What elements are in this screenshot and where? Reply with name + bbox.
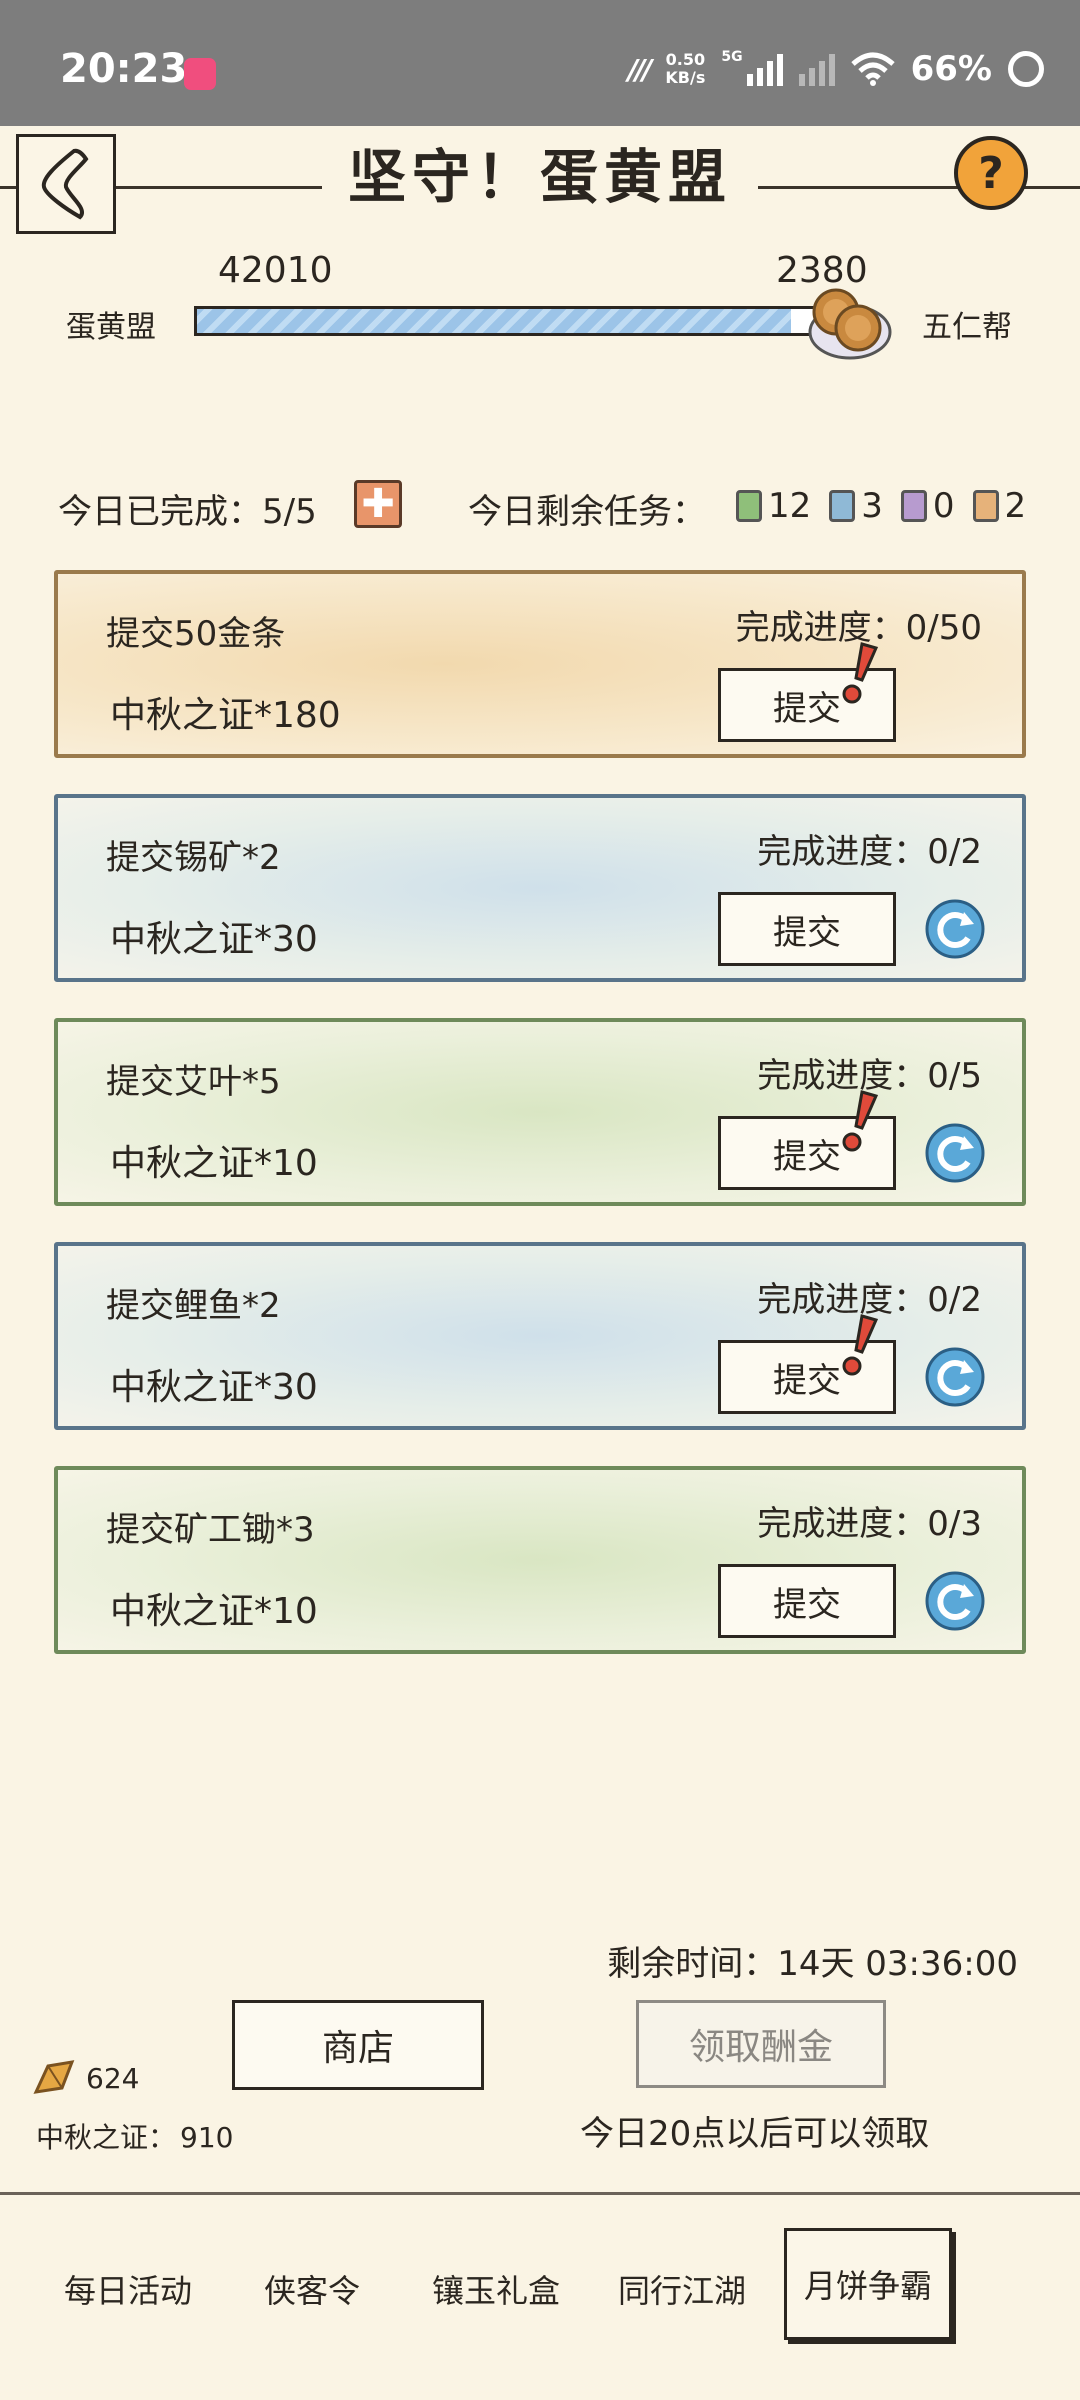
task-title: 提交矿工锄*3: [106, 1510, 315, 1550]
score-progress-bar: [194, 306, 828, 336]
refresh-icon[interactable]: [924, 1122, 986, 1184]
task-progress: 完成进度：0/2: [757, 832, 982, 872]
claim-reward-button[interactable]: 领取酬金: [636, 2000, 886, 2088]
task-card: 提交50金条 中秋之证*180 完成进度：0/50 提交: [54, 570, 1026, 758]
signal-2-icon: [798, 52, 835, 86]
remaining-tasks-label: 今日剩余任务：: [468, 492, 706, 532]
back-button[interactable]: [16, 134, 116, 234]
task-card: 提交锡矿*2 中秋之证*30 完成进度：0/2 提交: [54, 794, 1026, 982]
task-title: 提交50金条: [106, 614, 286, 654]
wifi-icon: [850, 52, 895, 86]
left-team-score: 42010: [218, 250, 333, 291]
task-chip: 2: [972, 486, 1026, 526]
battery-ring-icon: [1008, 51, 1044, 87]
question-icon: ?: [978, 147, 1004, 199]
refresh-icon[interactable]: [924, 1570, 986, 1632]
help-button[interactable]: ?: [954, 136, 1028, 210]
task-card: 提交鲤鱼*2 中秋之证*30 完成进度：0/2 提交: [54, 1242, 1026, 1430]
tabbar-divider: [0, 2192, 1080, 2195]
task-card: 提交艾叶*5 中秋之证*10 完成进度：0/5 提交: [54, 1018, 1026, 1206]
remaining-task-chips: 12 3 0 2: [736, 486, 1036, 526]
task-chip: 12: [736, 486, 811, 526]
refresh-icon[interactable]: [924, 898, 986, 960]
back-chevron-icon: [41, 148, 89, 220]
network-type: 5G: [721, 49, 743, 65]
tab-4[interactable]: 同行江湖: [618, 2266, 746, 2312]
score-progress-fill: [197, 309, 792, 333]
task-title: 提交锡矿*2: [106, 838, 281, 878]
status-time: 20:23: [60, 46, 188, 92]
task-reward: 中秋之证*30: [110, 919, 318, 960]
claim-note: 今日20点以后可以领取: [580, 2114, 930, 2154]
right-team-name: 五仁帮: [922, 310, 1012, 345]
alert-icon: [842, 642, 879, 704]
task-reward: 中秋之证*10: [110, 1591, 318, 1632]
alert-icon: [842, 1314, 879, 1376]
task-color-icon: [900, 490, 927, 522]
status-icons: /// 0.50 KB/s 5G 66%: [628, 44, 1044, 94]
gold-count: 624: [86, 2062, 140, 2095]
submit-button[interactable]: 提交: [718, 892, 896, 966]
status-bar: 20:23 /// 0.50 KB/s 5G 66%: [0, 0, 1080, 126]
remaining-time: 剩余时间：14天 03:36:00: [607, 1944, 1018, 1984]
submit-button[interactable]: 提交: [718, 1564, 896, 1638]
certificate-count: 中秋之证： 910: [36, 2121, 234, 2154]
task-chip: 0: [900, 486, 955, 526]
net-speed: 0.50 KB/s: [665, 50, 706, 87]
task-reward: 中秋之证*10: [110, 1143, 318, 1184]
task-chip: 3: [829, 486, 883, 526]
battery-percent: 66%: [910, 49, 992, 89]
gold-bar-icon: [33, 2060, 75, 2094]
task-card: 提交矿工锄*3 中秋之证*10 完成进度：0/3 提交: [54, 1466, 1026, 1654]
page-title: 坚守！蛋黄盟: [0, 130, 1080, 214]
alert-icon: [842, 1090, 879, 1152]
signal-icon: [746, 52, 783, 86]
mooncake-plate-icon: [808, 288, 892, 360]
task-title: 提交鲤鱼*2: [106, 1286, 281, 1326]
bottom-tab-bar: 每日活动 侠客令 镶玉礼盒 同行江湖 月饼争霸: [0, 2196, 1080, 2400]
task-reward: 中秋之证*180: [110, 695, 341, 736]
tab-2[interactable]: 侠客令: [264, 2266, 360, 2312]
task-color-icon: [829, 490, 856, 522]
add-tasks-button[interactable]: ✚: [354, 480, 402, 528]
task-title: 提交艾叶*5: [106, 1062, 281, 1102]
tab-3[interactable]: 镶玉礼盒: [432, 2266, 560, 2312]
shop-button[interactable]: 商店: [232, 2000, 484, 2090]
notification-app-icon: [184, 58, 216, 90]
task-progress: 完成进度：0/3: [757, 1504, 982, 1544]
task-color-icon: [736, 490, 762, 522]
data-saver-icon: ///: [627, 52, 653, 86]
refresh-icon[interactable]: [924, 1346, 986, 1408]
left-team-name: 蛋黄盟: [66, 310, 156, 345]
tab-1[interactable]: 每日活动: [64, 2266, 192, 2312]
tab-5[interactable]: 月饼争霸: [784, 2228, 952, 2340]
task-color-icon: [972, 490, 999, 522]
task-reward: 中秋之证*30: [110, 1367, 318, 1408]
plus-icon: ✚: [361, 481, 395, 527]
completed-today: 今日已完成：5/5: [58, 492, 317, 532]
